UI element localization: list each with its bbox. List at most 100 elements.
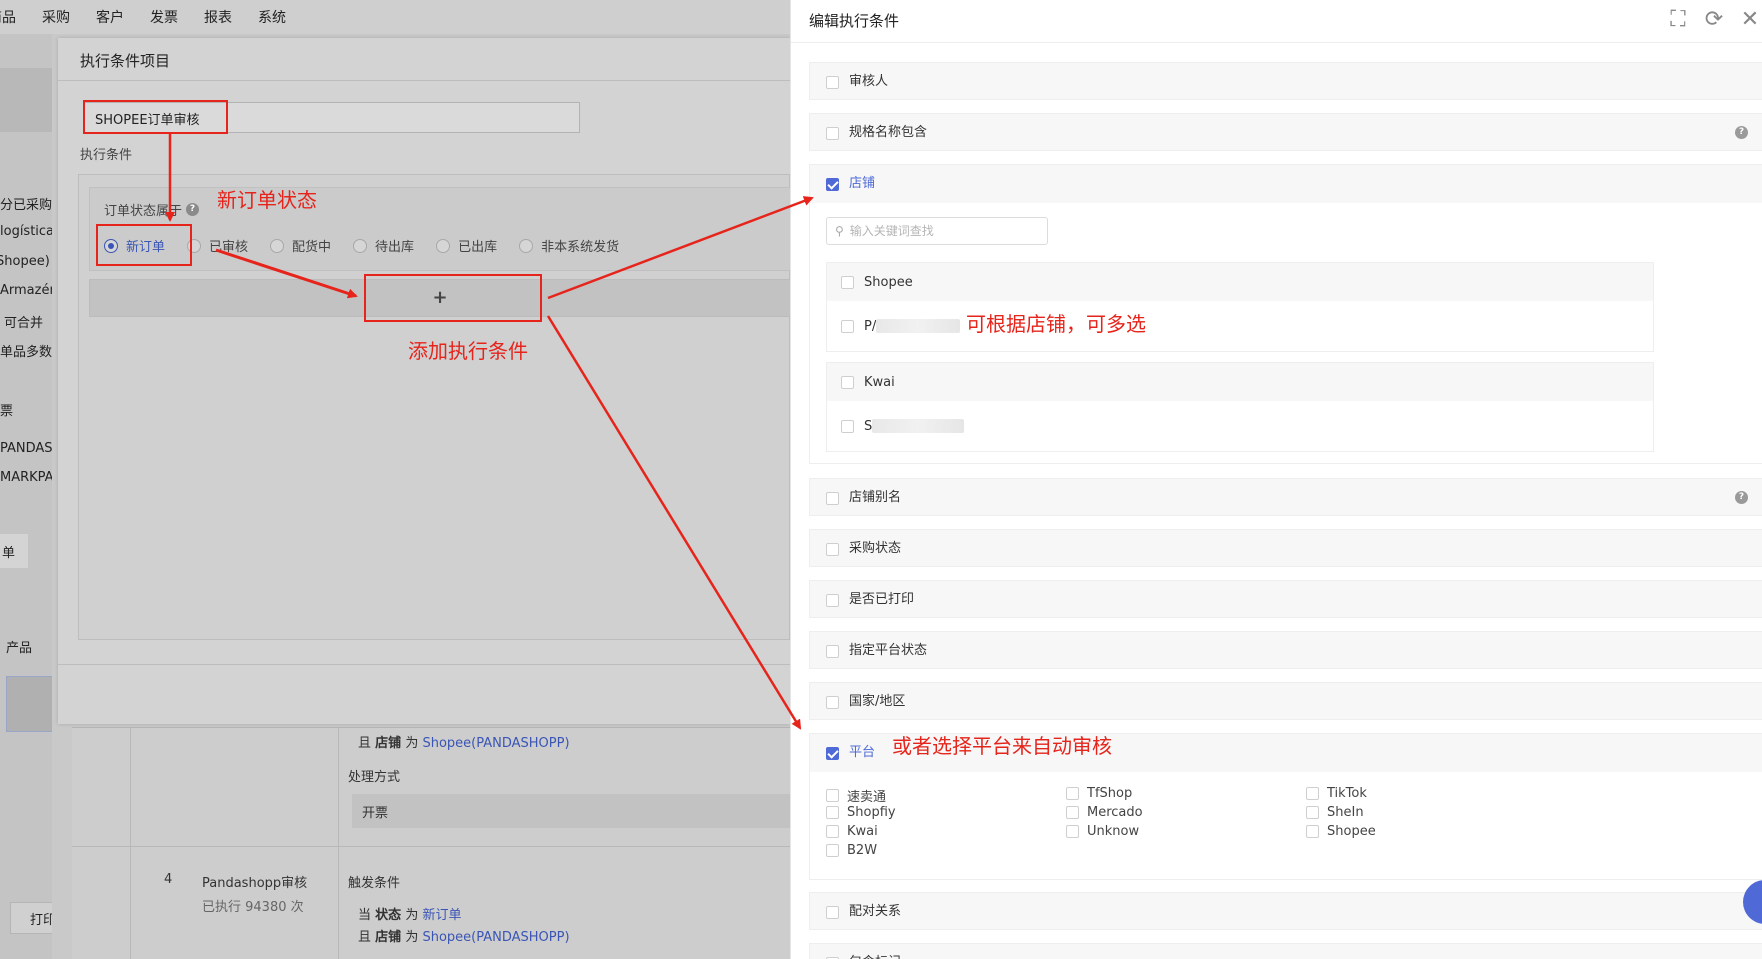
help-icon[interactable]: ?: [1735, 491, 1748, 504]
platform-option[interactable]: SheIn: [1306, 805, 1364, 820]
process-value-box: 开票: [352, 794, 790, 828]
sidebar-text: Armazém: [0, 283, 52, 298]
spec-contains-checkbox[interactable]: 规格名称包含: [826, 114, 927, 152]
sidebar-text: 可合并: [4, 316, 44, 331]
sidebar-text: MARKPAI: [0, 470, 52, 485]
checkbox-icon: [841, 319, 854, 333]
section-spec-contains[interactable]: 规格名称包含 ?: [809, 113, 1762, 151]
reviewer-checkbox[interactable]: 审核人: [826, 63, 888, 101]
radio-dot-icon: [519, 238, 534, 253]
checkbox-icon: [1306, 825, 1319, 838]
rule-name: Pandashopp审核: [202, 876, 308, 891]
order-status-condition: 订单状态属于 ? 新订单 已审核 配货中 待出库 已出库 非本系统发货: [89, 187, 791, 271]
store-alias-checkbox[interactable]: 店铺别名: [826, 479, 901, 517]
process-label: 处理方式: [348, 770, 401, 785]
store-checkbox[interactable]: 店铺: [826, 165, 875, 203]
section-purchase-status[interactable]: 采购状态: [809, 529, 1762, 567]
store-search[interactable]: ⚲: [826, 217, 1048, 245]
checkbox-icon: [841, 275, 854, 289]
annotation-by-store: 可根据店铺，可多选: [966, 312, 1146, 336]
section-store-alias[interactable]: 店铺别名 ?: [809, 478, 1762, 516]
search-icon: ⚲: [835, 224, 844, 238]
nav-item-products[interactable]: 商品: [0, 7, 16, 27]
radio-shipped[interactable]: 已出库: [436, 236, 497, 255]
sidebar-block: [0, 68, 52, 132]
radio-pending-out[interactable]: 待出库: [353, 236, 414, 255]
top-navigation: 商品 采购 客户 发票 报表 系统: [0, 0, 790, 34]
edit-condition-drawer: 编辑执行条件 ⛶ ⟳ ✕ 审核人 规格名称包含 ? 店铺 ⚲ Shopee P/…: [790, 0, 1762, 959]
close-icon[interactable]: ✕: [1738, 8, 1762, 32]
shop-group-header[interactable]: Shopee: [827, 263, 1653, 301]
platform-option[interactable]: Kwai: [826, 824, 878, 839]
platform-option[interactable]: Shopfiy: [826, 805, 896, 820]
fullscreen-icon[interactable]: ⛶: [1666, 8, 1690, 32]
platform-option[interactable]: Mercado: [1066, 805, 1143, 820]
checkbox-icon: [826, 806, 839, 819]
shop-group-header[interactable]: Kwai: [827, 363, 1653, 401]
highlight-new-order: [96, 224, 192, 266]
printed-checkbox[interactable]: 是否已打印: [826, 581, 914, 619]
section-package-tag[interactable]: 包含标记: [809, 943, 1762, 959]
drawer-title: 编辑执行条件: [809, 12, 900, 30]
dialog-title: 执行条件项目: [80, 52, 171, 70]
checkbox-icon: [826, 593, 839, 607]
shop-option[interactable]: S: [827, 407, 1653, 445]
nav-item-customers[interactable]: 客户: [96, 7, 124, 27]
radio-picking[interactable]: 配货中: [270, 236, 331, 255]
highlight-add-button: [364, 274, 542, 322]
checkbox-icon: [826, 542, 839, 556]
sidebar-text: 产品: [6, 641, 33, 656]
platform-checkbox[interactable]: 平台: [826, 734, 875, 772]
platform-option[interactable]: 速卖通: [826, 786, 886, 805]
product-thumbnail: [6, 676, 52, 732]
checkbox-icon: [841, 419, 854, 433]
checkbox-icon: [826, 126, 839, 140]
checkbox-icon: [1066, 787, 1079, 800]
purchase-status-checkbox[interactable]: 采购状态: [826, 530, 901, 568]
checkbox-icon: [1066, 825, 1079, 838]
pairing-checkbox[interactable]: 配对关系: [826, 893, 901, 931]
sidebar-text: 分已采购: [0, 198, 52, 213]
store-search-input[interactable]: [849, 224, 1030, 238]
shop-group-shopee: Shopee P/: [826, 262, 1654, 352]
radio-reviewed[interactable]: 已审核: [187, 236, 248, 255]
redacted-shop-name: [872, 419, 965, 433]
country-checkbox[interactable]: 国家/地区: [826, 683, 905, 721]
platform-option[interactable]: TfShop: [1066, 786, 1132, 801]
platform-option[interactable]: Unknow: [1066, 824, 1139, 839]
platform-option[interactable]: B2W: [826, 843, 877, 858]
section-pairing[interactable]: 配对关系: [809, 892, 1762, 930]
nav-item-system[interactable]: 系统: [258, 7, 286, 27]
shop-option[interactable]: P/: [827, 307, 1653, 345]
table-row-shop-line: 且 店铺 为 Shopee(PANDASHOPP): [358, 736, 570, 751]
refresh-icon[interactable]: ⟳: [1702, 8, 1726, 32]
section-country[interactable]: 国家/地区: [809, 682, 1762, 720]
rules-table: 且 店铺 为 Shopee(PANDASHOPP) 处理方式 4 Pandash…: [72, 727, 790, 959]
section-platform-status[interactable]: 指定平台状态: [809, 631, 1762, 669]
sidebar-text: 单品多数: [0, 345, 52, 360]
annotation-by-platform: 或者选择平台来自动审核: [892, 734, 1112, 758]
help-icon[interactable]: ?: [1735, 126, 1748, 139]
trigger-line-status: 当 状态 为 新订单: [358, 908, 462, 923]
section-printed[interactable]: 是否已打印: [809, 580, 1762, 618]
platform-option[interactable]: Shopee: [1306, 824, 1376, 839]
checkbox-icon: [1306, 806, 1319, 819]
annotation-new-order-status: 新订单状态: [217, 188, 317, 212]
help-icon[interactable]: ?: [186, 203, 200, 216]
radio-external-shipping[interactable]: 非本系统发货: [519, 236, 619, 255]
sidebar-text: 票: [0, 404, 14, 419]
checkbox-icon: [826, 695, 839, 709]
checkbox-icon: [1066, 806, 1079, 819]
nav-item-invoices[interactable]: 发票: [150, 7, 178, 27]
package-tag-checkbox[interactable]: 包含标记: [826, 944, 901, 959]
platform-status-checkbox[interactable]: 指定平台状态: [826, 632, 927, 670]
checkbox-icon: [826, 789, 839, 802]
section-reviewer[interactable]: 审核人: [809, 62, 1762, 100]
drawer-toolbar: ⛶ ⟳ ✕: [1666, 8, 1762, 32]
checkbox-icon: [826, 844, 839, 857]
condition-title: 订单状态属于 ?: [104, 200, 200, 219]
nav-item-purchase[interactable]: 采购: [42, 7, 70, 27]
sidebar-button-label: 单: [2, 546, 16, 561]
platform-option[interactable]: TikTok: [1306, 786, 1367, 801]
nav-item-reports[interactable]: 报表: [204, 7, 232, 27]
